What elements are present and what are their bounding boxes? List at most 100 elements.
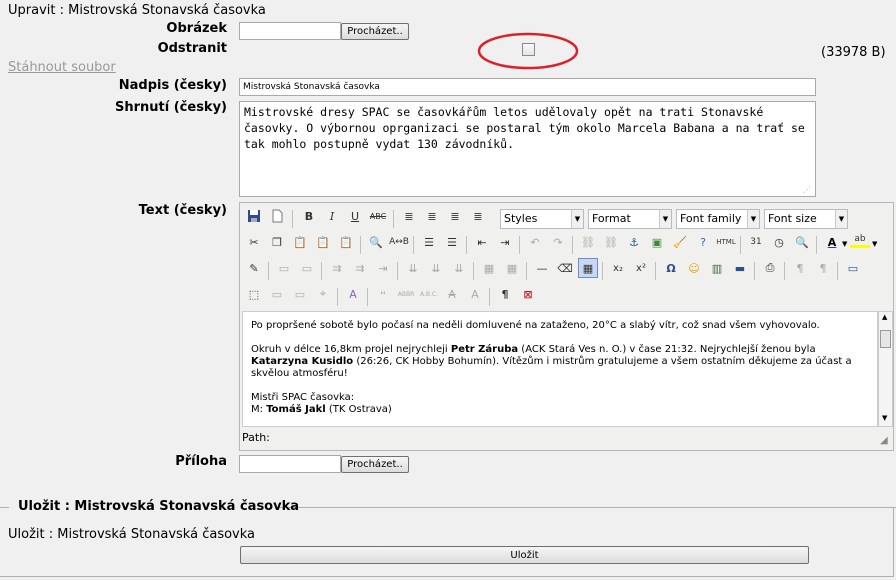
scroll-up-icon[interactable]: ▲: [882, 313, 887, 321]
help-icon[interactable]: ?: [693, 232, 713, 252]
background-color-icon[interactable]: ab: [850, 232, 870, 248]
replace-icon[interactable]: A↔B: [389, 232, 409, 252]
paste-word-icon[interactable]: 📋: [336, 232, 356, 252]
summary-label: Shrnutí (česky): [115, 100, 227, 115]
preview-icon[interactable]: 🔍: [792, 232, 812, 252]
visual-aid-icon[interactable]: ▦: [578, 258, 598, 278]
layer-icon[interactable]: ▭: [274, 258, 294, 278]
editor-scrollbar[interactable]: ▲ ▼: [878, 311, 893, 427]
download-link[interactable]: Stáhnout soubor: [8, 60, 116, 75]
styles-props-icon[interactable]: A: [343, 284, 363, 304]
styles-dropdown[interactable]: Styles ▼: [500, 209, 584, 229]
align-left-icon[interactable]: ≣: [399, 206, 419, 226]
edit-css-icon[interactable]: ✎: [244, 258, 264, 278]
image-file-input[interactable]: [239, 22, 341, 40]
paste-icon[interactable]: 📋: [290, 232, 310, 252]
attachment-label: Příloha: [175, 454, 227, 469]
numbered-list-icon[interactable]: ☰: [442, 232, 462, 252]
unlink-icon[interactable]: ⛓: [601, 232, 621, 252]
italic-icon[interactable]: I: [322, 206, 342, 226]
strikethrough-icon[interactable]: ABC: [368, 206, 388, 226]
col-before-icon[interactable]: ⇊: [403, 258, 423, 278]
image-icon[interactable]: ▣: [647, 232, 667, 252]
delete-text-icon[interactable]: A: [442, 284, 462, 304]
abbr-icon[interactable]: ABBR: [396, 284, 416, 304]
resize-grip-icon[interactable]: ⋰: [803, 185, 811, 194]
anchor-icon[interactable]: ⚓: [624, 232, 644, 252]
chevron-down-icon[interactable]: ▼: [872, 240, 877, 248]
horizontal-rule-icon[interactable]: —: [532, 258, 552, 278]
align-center-icon[interactable]: ≣: [422, 206, 442, 226]
attachment-browse-button[interactable]: Procházet..: [341, 456, 409, 473]
nonbreaking-icon[interactable]: ⊠: [518, 284, 538, 304]
content-paragraph: Po propršené sobotě bylo počasí na neděl…: [251, 320, 820, 331]
superscript-icon[interactable]: x²: [631, 258, 651, 278]
title-input[interactable]: Mistrovská Stonavská časovka: [239, 78, 816, 96]
split-cells-icon[interactable]: ▦: [479, 258, 499, 278]
acronym-icon[interactable]: A.B.C.: [419, 284, 439, 304]
format-dropdown[interactable]: Format ▼: [588, 209, 672, 229]
move-forward-icon[interactable]: ▭: [267, 284, 287, 304]
text-color-icon[interactable]: A: [822, 232, 842, 252]
edit-heading: Upravit : Mistrovská Stonavská časovka: [8, 3, 266, 18]
subscript-icon[interactable]: x₂: [608, 258, 628, 278]
save-button[interactable]: Uložit: [240, 546, 809, 564]
html-source-icon[interactable]: HTML: [716, 232, 736, 252]
col-after-icon[interactable]: ⇊: [426, 258, 446, 278]
resize-handle-icon[interactable]: ◢: [880, 435, 888, 446]
cite-icon[interactable]: ❛❛: [373, 284, 393, 304]
remove-label: Odstranit: [157, 41, 227, 56]
underline-icon[interactable]: U: [345, 206, 365, 226]
insert-layer-icon[interactable]: ⬚: [244, 284, 264, 304]
attachment-file-input[interactable]: [239, 455, 341, 473]
advanced-hr-icon[interactable]: ▬: [730, 258, 750, 278]
delete-row-icon[interactable]: ⇥: [373, 258, 393, 278]
outdent-icon[interactable]: ⇤: [472, 232, 492, 252]
move-backward-icon[interactable]: ▭: [290, 284, 310, 304]
fullscreen-icon[interactable]: ▭: [843, 258, 863, 278]
media-icon[interactable]: ▥: [707, 258, 727, 278]
editor-content[interactable]: Po propršené sobotě bylo počasí na neděl…: [242, 311, 878, 427]
rtl-icon[interactable]: ¶: [813, 258, 833, 278]
absolute-icon[interactable]: ⌖: [313, 284, 333, 304]
new-document-icon[interactable]: [267, 206, 287, 226]
special-char-icon[interactable]: Ω: [661, 258, 681, 278]
print-icon[interactable]: ⎙: [760, 258, 780, 278]
paste-text-icon[interactable]: 📋: [313, 232, 333, 252]
visual-chars-icon[interactable]: ¶: [495, 284, 515, 304]
align-justify-icon[interactable]: ≣: [468, 206, 488, 226]
merge-cells-icon[interactable]: ▦: [502, 258, 522, 278]
insert-text-icon[interactable]: A: [465, 284, 485, 304]
scroll-down-icon[interactable]: ▼: [882, 414, 887, 422]
delete-col-icon[interactable]: ⇊: [449, 258, 469, 278]
undo-icon[interactable]: ↶: [525, 232, 545, 252]
chevron-down-icon[interactable]: ▼: [842, 240, 847, 248]
bold-icon[interactable]: B: [299, 206, 319, 226]
indent-icon[interactable]: ⇥: [495, 232, 515, 252]
align-right-icon[interactable]: ≣: [445, 206, 465, 226]
cut-icon[interactable]: ✂: [244, 232, 264, 252]
ltr-icon[interactable]: ¶: [790, 258, 810, 278]
emoticon-icon[interactable]: ☺: [684, 258, 704, 278]
save-icon[interactable]: [244, 206, 264, 226]
link-icon[interactable]: ⛓: [578, 232, 598, 252]
toolbar-row-1: B I U ABC ≣ ≣ ≣ ≣ Styles ▼ Format ▼ Font f…: [242, 206, 892, 230]
toolbar-row-3: ✎ ▭ ▭ ⇉ ⇉ ⇥ ⇊ ⇊ ⇊ ▦ ▦ — ⌫ ▦ x₂ x² Ω ☺ ▥ …: [242, 258, 892, 282]
redo-icon[interactable]: ↷: [548, 232, 568, 252]
remove-checkbox[interactable]: [522, 43, 535, 56]
cleanup-icon[interactable]: 🧹: [670, 232, 690, 252]
insert-date-icon[interactable]: 31: [746, 232, 766, 252]
insert-time-icon[interactable]: ◷: [769, 232, 789, 252]
font-size-dropdown[interactable]: Font size ▼: [764, 209, 848, 229]
find-icon[interactable]: 🔍: [366, 232, 386, 252]
row-after-icon[interactable]: ⇉: [350, 258, 370, 278]
layer-icon[interactable]: ▭: [297, 258, 317, 278]
row-before-icon[interactable]: ⇉: [327, 258, 347, 278]
image-browse-button[interactable]: Procházet..: [341, 23, 409, 40]
remove-format-icon[interactable]: ⌫: [555, 258, 575, 278]
font-family-dropdown[interactable]: Font family ▼: [676, 209, 760, 229]
scrollbar-thumb[interactable]: [880, 330, 891, 348]
bullet-list-icon[interactable]: ☰: [419, 232, 439, 252]
copy-icon[interactable]: ❐: [267, 232, 287, 252]
summary-textarea[interactable]: Mistrovské dresy SPAC se časovkářům leto…: [239, 101, 816, 197]
